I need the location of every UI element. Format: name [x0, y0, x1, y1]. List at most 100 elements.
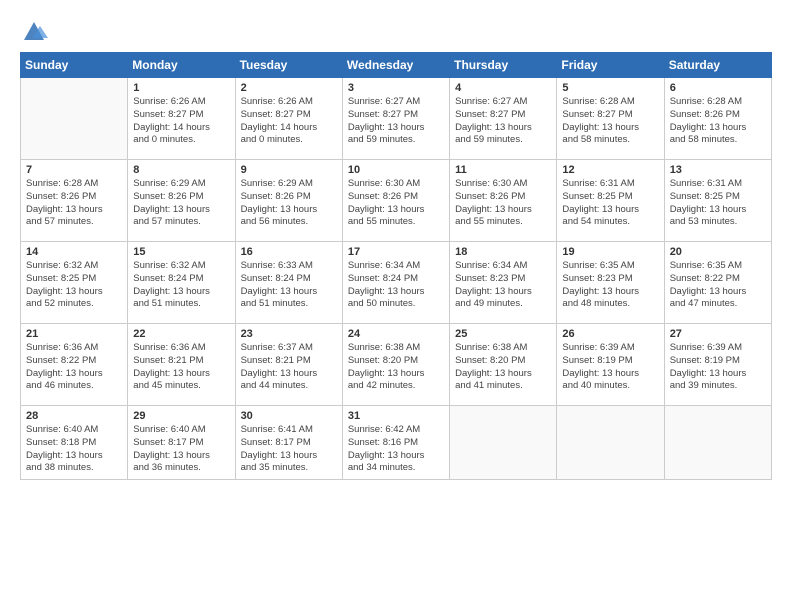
calendar-cell: 15 Sunrise: 6:32 AMSunset: 8:24 PMDayligh…	[128, 242, 235, 324]
calendar-cell: 3 Sunrise: 6:27 AMSunset: 8:27 PMDaylight…	[342, 78, 449, 160]
day-number: 21	[26, 328, 122, 340]
day-info: Sunrise: 6:34 AMSunset: 8:23 PMDaylight:…	[455, 260, 551, 311]
day-number: 29	[133, 410, 229, 422]
calendar-cell: 23Sunrise: 6:37 AMSunset: 8:21 PMDayligh…	[235, 324, 342, 406]
calendar-cell: 13Sunrise: 6:31 AMSunset: 8:25 PMDayligh…	[664, 160, 771, 242]
day-number: 15	[133, 246, 229, 258]
day-number: 18	[455, 246, 551, 258]
logo	[20, 18, 50, 46]
day-info: Sunrise: 6:39 AMSunset: 8:19 PMDaylight:…	[562, 342, 658, 393]
day-header-friday: Friday	[557, 53, 664, 78]
calendar-cell: 1 Sunrise: 6:26 AMSunset: 8:27 PMDaylight…	[128, 78, 235, 160]
day-info: Sunrise: 6:26 AMSunset: 8:27 PMDaylight:…	[133, 96, 229, 147]
day-info: Sunrise: 6:38 AMSunset: 8:20 PMDaylight:…	[455, 342, 551, 393]
day-info: Sunrise: 6:35 AMSunset: 8:23 PMDaylight:…	[562, 260, 658, 311]
day-info: Sunrise: 6:35 AMSunset: 8:22 PMDaylight:…	[670, 260, 766, 311]
calendar-header-row: SundayMondayTuesdayWednesdayThursdayFrid…	[21, 53, 772, 78]
day-info: Sunrise: 6:26 AMSunset: 8:27 PMDaylight:…	[241, 96, 337, 147]
calendar-table: SundayMondayTuesdayWednesdayThursdayFrid…	[20, 52, 772, 480]
day-info: Sunrise: 6:40 AMSunset: 8:17 PMDaylight:…	[133, 424, 229, 475]
day-number: 17	[348, 246, 444, 258]
day-number: 19	[562, 246, 658, 258]
calendar-cell: 2Sunrise: 6:26 AMSunset: 8:27 PMDaylight…	[235, 78, 342, 160]
day-number: 11	[455, 164, 551, 176]
calendar-cell	[664, 406, 771, 480]
day-number: 27	[670, 328, 766, 340]
day-number: 4	[455, 82, 551, 94]
calendar-cell: 31 Sunrise: 6:42 AMSunset: 8:16 PMDayligh…	[342, 406, 449, 480]
calendar-week-row: 28 Sunrise: 6:40 AMSunset: 8:18 PMDayligh…	[21, 406, 772, 480]
calendar-cell: 20 Sunrise: 6:35 AMSunset: 8:22 PMDayligh…	[664, 242, 771, 324]
day-number: 3	[348, 82, 444, 94]
calendar-cell: 26 Sunrise: 6:39 AMSunset: 8:19 PMDayligh…	[557, 324, 664, 406]
calendar-week-row: 14 Sunrise: 6:32 AMSunset: 8:25 PMDayligh…	[21, 242, 772, 324]
day-number: 9	[241, 164, 337, 176]
day-info: Sunrise: 6:28 AMSunset: 8:26 PMDaylight:…	[670, 96, 766, 147]
calendar-cell: 9 Sunrise: 6:29 AMSunset: 8:26 PMDaylight…	[235, 160, 342, 242]
calendar-cell: 10Sunrise: 6:30 AMSunset: 8:26 PMDayligh…	[342, 160, 449, 242]
day-info: Sunrise: 6:32 AMSunset: 8:24 PMDaylight:…	[133, 260, 229, 311]
day-info: Sunrise: 6:34 AMSunset: 8:24 PMDaylight:…	[348, 260, 444, 311]
calendar-cell: 6 Sunrise: 6:28 AMSunset: 8:26 PMDaylight…	[664, 78, 771, 160]
day-header-tuesday: Tuesday	[235, 53, 342, 78]
day-number: 28	[26, 410, 122, 422]
day-info: Sunrise: 6:40 AMSunset: 8:18 PMDaylight:…	[26, 424, 122, 475]
day-number: 23	[241, 328, 337, 340]
calendar-cell: 19 Sunrise: 6:35 AMSunset: 8:23 PMDayligh…	[557, 242, 664, 324]
calendar-cell	[450, 406, 557, 480]
logo-icon	[20, 18, 48, 46]
calendar-cell: 27 Sunrise: 6:39 AMSunset: 8:19 PMDayligh…	[664, 324, 771, 406]
day-info: Sunrise: 6:33 AMSunset: 8:24 PMDaylight:…	[241, 260, 337, 311]
day-number: 24	[348, 328, 444, 340]
calendar-cell: 7 Sunrise: 6:28 AMSunset: 8:26 PMDaylight…	[21, 160, 128, 242]
day-info: Sunrise: 6:36 AMSunset: 8:22 PMDaylight:…	[26, 342, 122, 393]
day-info: Sunrise: 6:29 AMSunset: 8:26 PMDaylight:…	[133, 178, 229, 229]
calendar-cell: 18 Sunrise: 6:34 AMSunset: 8:23 PMDayligh…	[450, 242, 557, 324]
day-number: 13	[670, 164, 766, 176]
calendar-cell: 12Sunrise: 6:31 AMSunset: 8:25 PMDayligh…	[557, 160, 664, 242]
calendar-cell: 25 Sunrise: 6:38 AMSunset: 8:20 PMDayligh…	[450, 324, 557, 406]
day-info: Sunrise: 6:27 AMSunset: 8:27 PMDaylight:…	[348, 96, 444, 147]
day-number: 7	[26, 164, 122, 176]
calendar-cell: 16 Sunrise: 6:33 AMSunset: 8:24 PMDayligh…	[235, 242, 342, 324]
day-header-wednesday: Wednesday	[342, 53, 449, 78]
calendar-cell: 14 Sunrise: 6:32 AMSunset: 8:25 PMDayligh…	[21, 242, 128, 324]
day-info: Sunrise: 6:28 AMSunset: 8:26 PMDaylight:…	[26, 178, 122, 229]
day-number: 14	[26, 246, 122, 258]
calendar-cell	[557, 406, 664, 480]
calendar-cell: 4 Sunrise: 6:27 AMSunset: 8:27 PMDaylight…	[450, 78, 557, 160]
calendar-week-row: 1 Sunrise: 6:26 AMSunset: 8:27 PMDaylight…	[21, 78, 772, 160]
day-info: Sunrise: 6:30 AMSunset: 8:26 PMDaylight:…	[455, 178, 551, 229]
calendar-cell: 28 Sunrise: 6:40 AMSunset: 8:18 PMDayligh…	[21, 406, 128, 480]
calendar-cell: 24 Sunrise: 6:38 AMSunset: 8:20 PMDayligh…	[342, 324, 449, 406]
calendar-cell: 21 Sunrise: 6:36 AMSunset: 8:22 PMDayligh…	[21, 324, 128, 406]
day-number: 6	[670, 82, 766, 94]
calendar-cell: 29 Sunrise: 6:40 AMSunset: 8:17 PMDayligh…	[128, 406, 235, 480]
calendar-cell	[21, 78, 128, 160]
day-number: 31	[348, 410, 444, 422]
day-info: Sunrise: 6:27 AMSunset: 8:27 PMDaylight:…	[455, 96, 551, 147]
day-number: 1	[133, 82, 229, 94]
day-number: 20	[670, 246, 766, 258]
calendar-cell: 8 Sunrise: 6:29 AMSunset: 8:26 PMDaylight…	[128, 160, 235, 242]
calendar-week-row: 21 Sunrise: 6:36 AMSunset: 8:22 PMDayligh…	[21, 324, 772, 406]
day-number: 25	[455, 328, 551, 340]
day-number: 26	[562, 328, 658, 340]
day-info: Sunrise: 6:28 AMSunset: 8:27 PMDaylight:…	[562, 96, 658, 147]
day-info: Sunrise: 6:31 AMSunset: 8:25 PMDaylight:…	[562, 178, 658, 229]
day-number: 16	[241, 246, 337, 258]
header	[20, 18, 772, 46]
day-number: 8	[133, 164, 229, 176]
day-number: 30	[241, 410, 337, 422]
day-header-thursday: Thursday	[450, 53, 557, 78]
day-info: Sunrise: 6:42 AMSunset: 8:16 PMDaylight:…	[348, 424, 444, 475]
day-info: Sunrise: 6:32 AMSunset: 8:25 PMDaylight:…	[26, 260, 122, 311]
day-header-sunday: Sunday	[21, 53, 128, 78]
day-header-monday: Monday	[128, 53, 235, 78]
calendar-cell: 22Sunrise: 6:36 AMSunset: 8:21 PMDayligh…	[128, 324, 235, 406]
day-info: Sunrise: 6:38 AMSunset: 8:20 PMDaylight:…	[348, 342, 444, 393]
day-number: 5	[562, 82, 658, 94]
day-info: Sunrise: 6:41 AMSunset: 8:17 PMDaylight:…	[241, 424, 337, 475]
day-info: Sunrise: 6:29 AMSunset: 8:26 PMDaylight:…	[241, 178, 337, 229]
day-info: Sunrise: 6:39 AMSunset: 8:19 PMDaylight:…	[670, 342, 766, 393]
